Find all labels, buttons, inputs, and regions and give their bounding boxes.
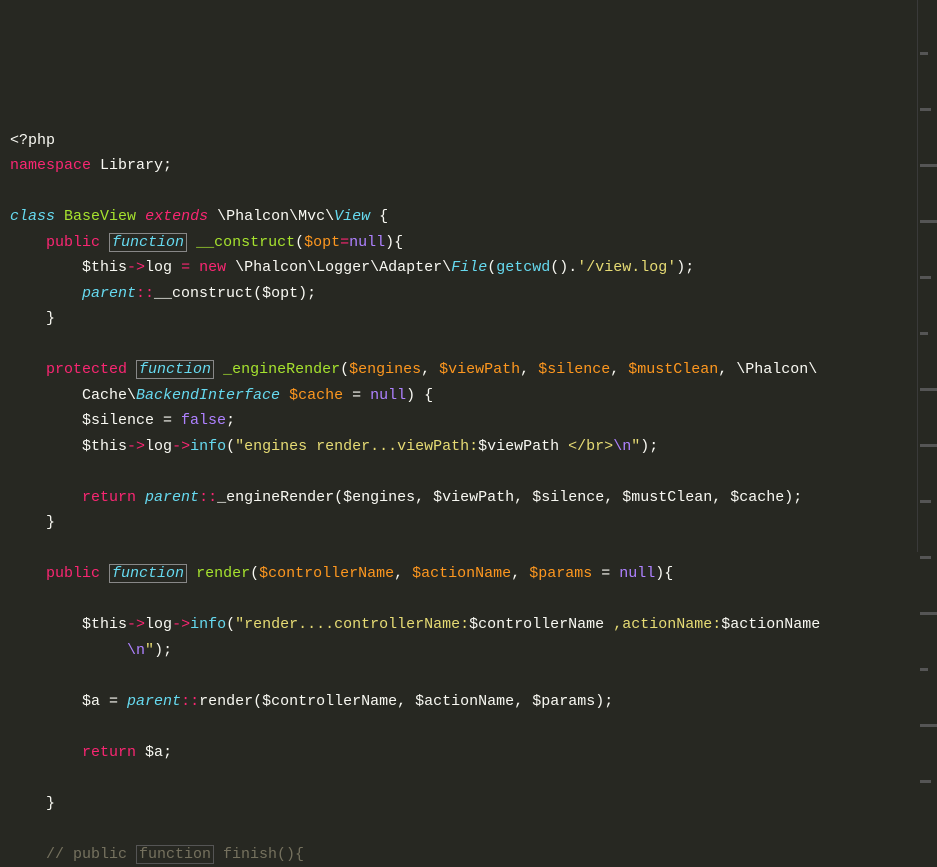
line-12: $this->log->info("engines render...viewP… [10, 438, 658, 455]
minimap-line [920, 724, 937, 727]
minimap-line [920, 556, 931, 559]
line-28: // public function finish(){ [10, 845, 304, 864]
minimap-line [920, 388, 937, 391]
line-7: } [10, 310, 55, 327]
line-14: return parent::_engineRender($engines, $… [10, 489, 802, 506]
minimap-line [920, 668, 928, 671]
minimap-line [920, 164, 937, 167]
line-3: class BaseView extends \Phalcon\Mvc\View… [10, 208, 388, 225]
line-24: return $a; [10, 744, 172, 761]
minimap-line [920, 612, 937, 615]
line-15: } [10, 514, 55, 531]
line-11: $silence = false; [10, 412, 235, 429]
minimap-line [920, 332, 928, 335]
minimap-line [920, 220, 937, 223]
minimap-line [920, 108, 931, 111]
line-19: $this->log->info("render....controllerNa… [10, 616, 820, 633]
line-10: Cache\BackendInterface $cache = null) { [10, 387, 433, 404]
line-1: <?php [10, 132, 55, 149]
line-17: public function render($controllerName, … [10, 564, 673, 583]
line-22: $a = parent::render($controllerName, $ac… [10, 693, 613, 710]
minimap-line [920, 276, 931, 279]
line-5: $this->log = new \Phalcon\Logger\Adapter… [10, 259, 694, 276]
minimap[interactable] [917, 0, 937, 552]
minimap-line [920, 780, 931, 783]
line-9: protected function _engineRender($engine… [10, 360, 817, 379]
line-2: namespace Library; [10, 157, 172, 174]
minimap-line [920, 444, 937, 447]
line-20: \n"); [10, 642, 172, 659]
line-6: parent::__construct($opt); [10, 285, 316, 302]
line-26: } [10, 795, 55, 812]
code-editor[interactable]: <?php namespace Library; class BaseView … [10, 102, 927, 654]
minimap-line [920, 500, 931, 503]
line-4: public function __construct($opt=null){ [10, 233, 403, 252]
minimap-line [920, 52, 928, 55]
